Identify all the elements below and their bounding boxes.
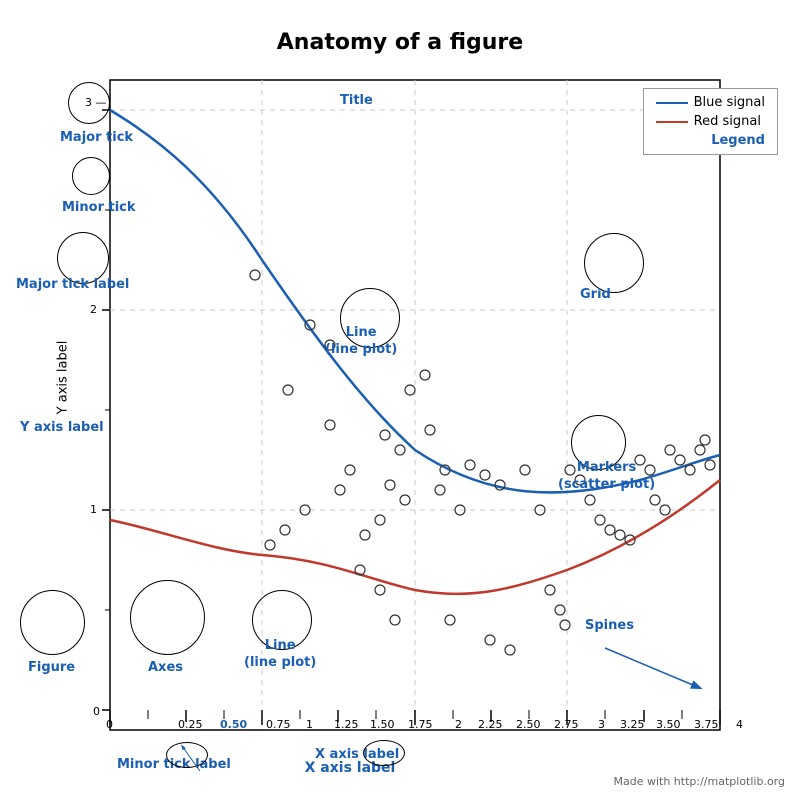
legend-title: Legend bbox=[656, 133, 765, 148]
x-tick-3: 3 bbox=[598, 718, 605, 731]
x-tick-025: 0.25 bbox=[178, 718, 203, 731]
markers-label: Markers(scatter plot) bbox=[558, 460, 655, 494]
minor-tick-label-arrow bbox=[200, 766, 260, 786]
grid-label: Grid bbox=[580, 287, 611, 302]
axes-label: Axes bbox=[148, 660, 183, 675]
x-axis-ticks: 0 0.25 0.50 0.75 1 1.25 1.50 1.75 2 2.25… bbox=[110, 718, 720, 738]
x-tick-250: 2.50 bbox=[516, 718, 541, 731]
minor-tick-circle bbox=[72, 157, 110, 195]
legend-red-line bbox=[656, 121, 688, 123]
y-axis-label-rotated: Y axis label bbox=[55, 341, 70, 415]
grid-circle bbox=[584, 233, 644, 293]
x-tick-0: 0 bbox=[106, 718, 113, 731]
legend-item-red: Red signal bbox=[656, 114, 765, 129]
chart-title: Anatomy of a figure bbox=[277, 30, 523, 55]
y-axis-annotation: Y axis label bbox=[20, 420, 104, 435]
spines-label: Spines bbox=[585, 618, 634, 633]
figure-circle bbox=[20, 590, 85, 655]
annotation-title: Title bbox=[340, 93, 373, 108]
spines-arrow-svg bbox=[595, 638, 715, 698]
major-tick-label: Major tick bbox=[60, 130, 133, 145]
line-plot-label: Line(line plot) bbox=[325, 325, 397, 359]
legend-blue-line bbox=[656, 102, 688, 104]
x-tick-2: 2 bbox=[455, 718, 462, 731]
y-tick-0: 0 bbox=[93, 705, 100, 718]
red-line-label: Line(line plot) bbox=[244, 638, 316, 672]
x-tick-175: 1.75 bbox=[408, 718, 433, 731]
legend-blue-label: Blue signal bbox=[694, 95, 765, 110]
x-axis-label-circle bbox=[363, 740, 405, 766]
figure-label: Figure bbox=[28, 660, 75, 675]
x-tick-050: 0.50 bbox=[220, 718, 247, 731]
x-tick-350: 3.50 bbox=[656, 718, 681, 731]
major-tick-circle bbox=[68, 82, 110, 124]
legend-red-label: Red signal bbox=[694, 114, 761, 129]
x-tick-150: 1.50 bbox=[370, 718, 395, 731]
x-tick-375: 3.75 bbox=[694, 718, 719, 731]
y-tick-2: 2 bbox=[90, 303, 97, 316]
x-tick-125: 1.25 bbox=[334, 718, 359, 731]
figure-container: Anatomy of a figure bbox=[0, 0, 800, 800]
legend: Blue signal Red signal Legend bbox=[643, 88, 778, 155]
legend-item-blue: Blue signal bbox=[656, 95, 765, 110]
major-tick-label-text: Major tick label bbox=[16, 277, 129, 292]
minor-tick-label-circle bbox=[166, 742, 208, 768]
axes-circle bbox=[130, 580, 205, 655]
x-tick-4: 4 bbox=[736, 718, 743, 731]
x-tick-225: 2.25 bbox=[478, 718, 503, 731]
x-tick-075: 0.75 bbox=[266, 718, 291, 731]
x-tick-275: 2.75 bbox=[554, 718, 579, 731]
x-tick-325: 3.25 bbox=[620, 718, 645, 731]
y-tick-1: 1 bbox=[90, 503, 97, 516]
minor-tick-annotation-label: Minor tick bbox=[62, 200, 136, 215]
footer: Made with http://matplotlib.org bbox=[614, 775, 786, 788]
x-tick-1: 1 bbox=[306, 718, 313, 731]
